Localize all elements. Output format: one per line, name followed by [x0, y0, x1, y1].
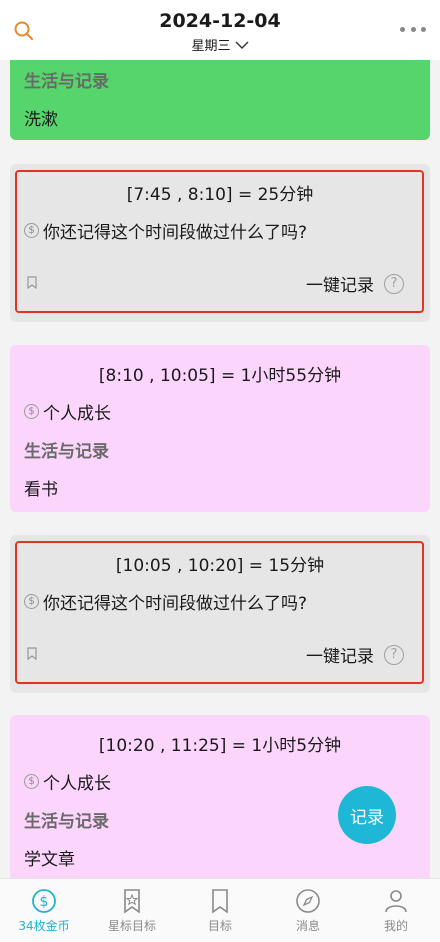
coin-icon: $ [24, 774, 39, 789]
one-click-record-label: 一键记录 [306, 647, 374, 667]
one-click-record-label: 一键记录 [306, 276, 374, 296]
tab-label: 34枚金币 [18, 919, 70, 933]
dot-icon [421, 26, 426, 32]
svg-text:$: $ [40, 894, 49, 910]
activity-label: 看书 [24, 480, 58, 500]
goal-row: $ 个人成长 [24, 769, 111, 794]
dot-icon [410, 26, 416, 32]
category-label: 生活与记录 [24, 442, 109, 462]
one-click-record[interactable]: 一键记录 ? [306, 642, 404, 667]
prompt-row: $ 你还记得这个时间段做过什么了吗? [24, 589, 307, 614]
chevron-down-icon [235, 41, 248, 49]
record-fab-button[interactable]: 记录 [338, 786, 396, 844]
time-range: [8:10 , 10:05] = 1小时55分钟 [98, 366, 342, 386]
prompt-text: 你还记得这个时间段做过什么了吗? [43, 223, 308, 243]
category-label: 生活与记录 [24, 72, 109, 92]
weekday-selector[interactable]: 星期三 [0, 35, 440, 54]
activity-card[interactable]: [8:10 , 10:05] = 1小时55分钟 $ 个人成长 生活与记录 看书 [10, 345, 430, 512]
activity-card[interactable]: 生活与记录 洗漱 [10, 60, 430, 140]
tab-profile[interactable]: 我的 [352, 879, 440, 942]
tab-coins[interactable]: $ 34枚金币 [0, 879, 88, 942]
time-range: [10:20 , 11:25] = 1小时5分钟 [98, 736, 342, 756]
category-label: 生活与记录 [24, 812, 109, 832]
one-click-record[interactable]: 一键记录 ? [306, 271, 404, 296]
star-bookmark-icon [124, 889, 140, 914]
dot-icon [400, 26, 405, 32]
bookmark-icon[interactable] [27, 647, 37, 660]
coin-icon: $ [32, 889, 56, 913]
time-range: [10:05 , 10:20] = 15分钟 [115, 556, 325, 576]
activity-label: 学文章 [24, 850, 75, 870]
person-icon [385, 890, 407, 913]
weekday-label: 星期三 [191, 39, 231, 54]
bottom-tab-bar: $ 34枚金币 星标目标 目标 消息 我的 [0, 878, 440, 942]
tab-label: 我的 [383, 919, 408, 933]
tab-label: 消息 [295, 919, 320, 933]
tab-starred-goals[interactable]: 星标目标 [88, 879, 176, 942]
prompt-text: 你还记得这个时间段做过什么了吗? [43, 594, 308, 614]
tab-label: 星标目标 [107, 919, 156, 933]
activity-label: 洗漱 [24, 110, 58, 130]
tab-messages[interactable]: 消息 [264, 879, 352, 942]
time-range: [7:45 , 8:10] = 25分钟 [126, 185, 314, 205]
date-title: 2024-12-04 [159, 10, 281, 32]
goal-label: 个人成长 [43, 404, 111, 424]
help-icon[interactable]: ? [384, 273, 404, 294]
prompt-row: $ 你还记得这个时间段做过什么了吗? [24, 218, 307, 243]
help-icon[interactable]: ? [384, 644, 404, 665]
coin-icon: $ [24, 404, 39, 419]
timeline-feed[interactable]: 生活与记录 洗漱 [7:45 , 8:10] = 25分钟 $ 你还记得这个时间… [0, 60, 440, 878]
unrecorded-card[interactable]: [10:05 , 10:20] = 15分钟 $ 你还记得这个时间段做过什么了吗… [10, 535, 430, 693]
bookmark-icon[interactable] [27, 276, 37, 289]
more-options-button[interactable] [400, 22, 426, 36]
coin-icon: $ [24, 594, 39, 609]
coin-icon: $ [24, 223, 39, 238]
top-header: 2024-12-04 星期三 [0, 0, 440, 60]
tab-label: 目标 [207, 919, 232, 933]
bookmark-icon [212, 889, 228, 914]
goal-label: 个人成长 [43, 774, 111, 794]
tab-goals[interactable]: 目标 [176, 879, 264, 942]
unrecorded-card[interactable]: [7:45 , 8:10] = 25分钟 $ 你还记得这个时间段做过什么了吗? … [10, 164, 430, 322]
goal-row: $ 个人成长 [24, 399, 111, 424]
compass-icon [296, 889, 320, 913]
